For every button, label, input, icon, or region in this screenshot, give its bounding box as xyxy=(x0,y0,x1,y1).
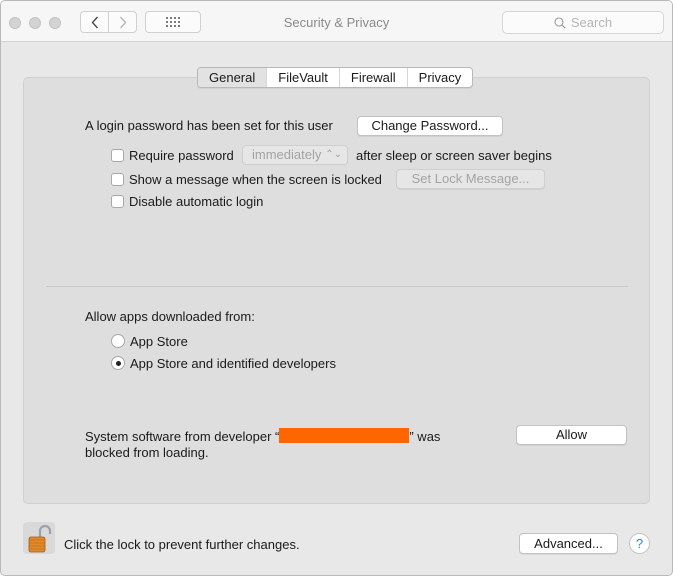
lock-instruction-text: Click the lock to prevent further change… xyxy=(64,537,300,552)
security-privacy-window: Security & Privacy Search General FileVa… xyxy=(0,0,673,576)
lock-button[interactable] xyxy=(23,522,55,554)
blocked-line-2: blocked from loading. xyxy=(85,445,209,460)
disable-auto-login-checkbox[interactable] xyxy=(111,195,124,208)
up-down-arrows-icon: ⌃⌄ xyxy=(325,149,342,160)
blocked-prefix: System software from developer “ xyxy=(85,429,280,444)
require-password-label: Require password xyxy=(129,148,234,163)
allow-button[interactable]: Allow xyxy=(516,425,627,445)
app-store-identified-label: App Store and identified developers xyxy=(130,356,336,371)
tab-general[interactable]: General xyxy=(198,68,267,87)
require-password-checkbox[interactable] xyxy=(111,149,124,162)
tab-firewall[interactable]: Firewall xyxy=(338,68,407,87)
show-message-checkbox[interactable] xyxy=(111,173,124,186)
search-icon xyxy=(554,16,566,29)
search-field[interactable]: Search xyxy=(502,11,664,34)
change-password-button[interactable]: Change Password... xyxy=(357,116,503,136)
advanced-button[interactable]: Advanced... xyxy=(519,533,618,554)
question-mark-icon: ? xyxy=(635,536,644,551)
app-store-identified-radio[interactable] xyxy=(111,356,125,370)
unlocked-padlock-icon xyxy=(28,524,52,553)
help-button[interactable]: ? xyxy=(629,533,650,554)
redacted-developer-name xyxy=(279,428,410,443)
require-password-delay-select[interactable]: immediately ⌃⌄ xyxy=(242,145,348,165)
show-message-label: Show a message when the screen is locked xyxy=(129,172,382,187)
blocked-software-message: System software from developer “ ” was xyxy=(85,428,440,444)
password-status-label: A login password has been set for this u… xyxy=(85,118,333,133)
search-placeholder: Search xyxy=(570,15,613,30)
tab-privacy[interactable]: Privacy xyxy=(406,68,473,87)
radio-selected-dot xyxy=(115,360,121,366)
title-bar: Security & Privacy Search xyxy=(1,1,672,42)
allow-apps-heading: Allow apps downloaded from: xyxy=(85,309,255,324)
blocked-suffix: ” was xyxy=(409,429,441,444)
app-store-radio[interactable] xyxy=(111,334,125,348)
tab-filevault[interactable]: FileVault xyxy=(266,68,339,87)
app-store-label: App Store xyxy=(130,334,188,349)
tab-bar: General FileVault Firewall Privacy xyxy=(197,67,474,88)
set-lock-message-button[interactable]: Set Lock Message... xyxy=(396,169,545,189)
delay-value: immediately xyxy=(252,147,322,162)
require-password-suffix: after sleep or screen saver begins xyxy=(356,148,552,163)
section-divider xyxy=(46,286,628,287)
disable-auto-login-label: Disable automatic login xyxy=(129,194,264,209)
